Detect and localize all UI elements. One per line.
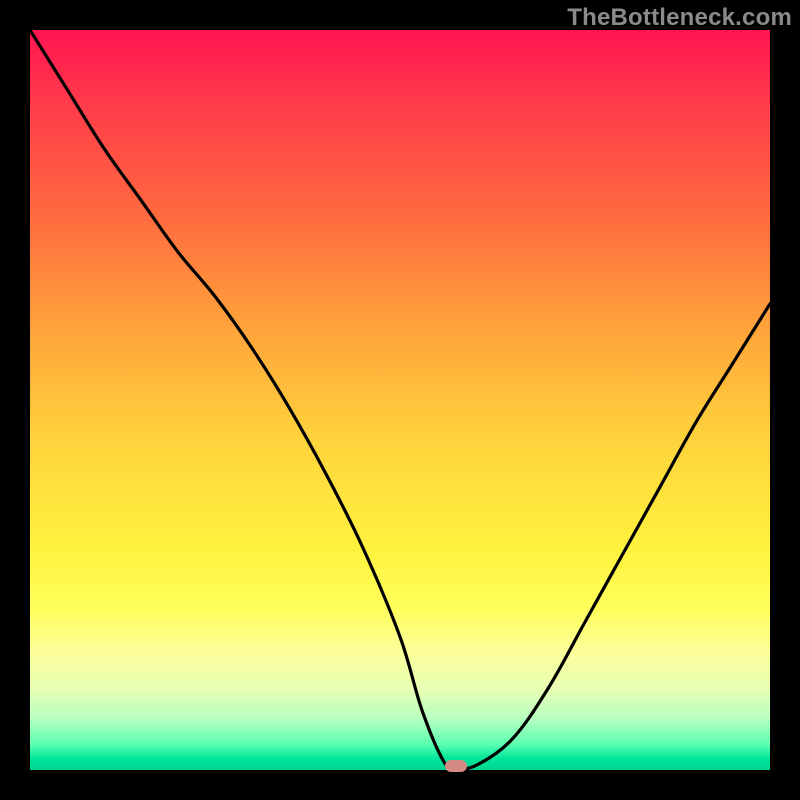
watermark-label: TheBottleneck.com bbox=[567, 4, 792, 32]
chart-frame: TheBottleneck.com bbox=[0, 0, 800, 800]
plot-area bbox=[30, 30, 770, 770]
optimum-marker bbox=[445, 760, 467, 772]
bottleneck-curve bbox=[30, 30, 770, 770]
